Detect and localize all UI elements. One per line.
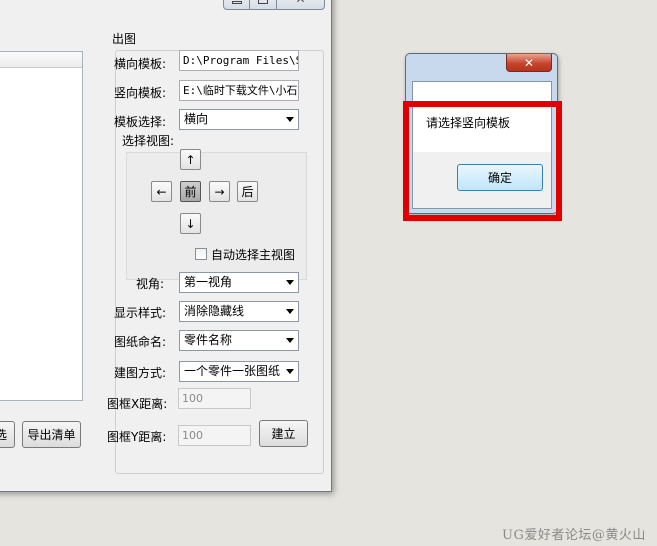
view-down-button[interactable]: ↓	[180, 213, 201, 234]
view-left-button[interactable]: ←	[151, 181, 172, 202]
template-select-dropdown[interactable]: 横向	[179, 109, 299, 130]
view-back-button[interactable]: 后	[237, 181, 258, 202]
close-icon: ✕	[295, 0, 305, 6]
frame-y-label: 图框Y距离:	[107, 430, 167, 444]
parts-list-header	[0, 52, 82, 68]
arrow-up-icon: ↑	[185, 152, 196, 167]
select-button[interactable]: 选	[0, 421, 15, 448]
frame-x-label: 图框X距离:	[107, 397, 168, 411]
template-select-label: 模板选择:	[114, 115, 167, 129]
dialog-close-button[interactable]: ✕	[506, 54, 552, 72]
display-style-label: 显示样式:	[114, 306, 167, 320]
maximize-icon	[258, 0, 268, 4]
maximize-button[interactable]	[250, 0, 277, 10]
landscape-template-label: 横向模板:	[114, 57, 167, 71]
view-front-button[interactable]: 前	[180, 181, 201, 202]
view-angle-value: 第一视角	[184, 275, 233, 289]
chevron-down-icon	[286, 338, 294, 343]
minimize-icon	[231, 0, 242, 4]
portrait-template-input[interactable]: E:\临时下载文件\小石	[179, 80, 299, 101]
auto-main-view-checkbox[interactable]	[195, 248, 207, 260]
arrow-right-icon: →	[214, 184, 225, 199]
view-select-label: 选择视图:	[122, 134, 175, 148]
frame-x-input[interactable]: 100	[178, 388, 251, 409]
build-mode-dropdown[interactable]: 一个零件一张图纸	[179, 361, 299, 382]
view-angle-label: 视角:	[136, 277, 165, 291]
portrait-template-label: 竖向模板:	[114, 86, 167, 100]
watermark: UG爱好者论坛@黄火山	[502, 528, 646, 543]
highlight-annotation	[403, 101, 562, 221]
landscape-template-input[interactable]: D:\Program Files\SO	[179, 50, 299, 71]
arrow-down-icon: ↓	[185, 216, 196, 231]
build-mode-label: 建图方式:	[114, 366, 167, 380]
output-group-title: 出图	[110, 30, 139, 47]
arrow-left-icon: ←	[156, 184, 167, 199]
chevron-down-icon	[286, 309, 294, 314]
export-list-button[interactable]: 导出清单	[22, 421, 81, 448]
build-mode-value: 一个零件一张图纸	[184, 364, 281, 378]
display-style-dropdown[interactable]: 消除隐藏线	[179, 301, 299, 322]
window-close-button[interactable]: ✕	[277, 0, 325, 10]
parts-list[interactable]	[0, 51, 83, 401]
view-angle-dropdown[interactable]: 第一视角	[179, 272, 299, 293]
template-select-value: 横向	[184, 112, 209, 126]
drawing-name-value: 零件名称	[184, 333, 233, 347]
frame-y-input[interactable]: 100	[178, 425, 251, 446]
drawing-name-dropdown[interactable]: 零件名称	[179, 330, 299, 351]
display-style-value: 消除隐藏线	[184, 304, 245, 318]
close-icon: ✕	[523, 55, 535, 70]
build-button[interactable]: 建立	[259, 420, 308, 447]
chevron-down-icon	[286, 117, 294, 122]
window-title-buttons: ✕	[223, 0, 325, 11]
view-up-button[interactable]: ↑	[180, 149, 201, 170]
auto-main-view-label: 自动选择主视图	[211, 248, 296, 262]
chevron-down-icon	[286, 280, 294, 285]
view-right-button[interactable]: →	[209, 181, 230, 202]
drawing-name-label: 图纸命名:	[114, 335, 167, 349]
minimize-button[interactable]	[223, 0, 250, 10]
chevron-down-icon	[286, 369, 294, 374]
